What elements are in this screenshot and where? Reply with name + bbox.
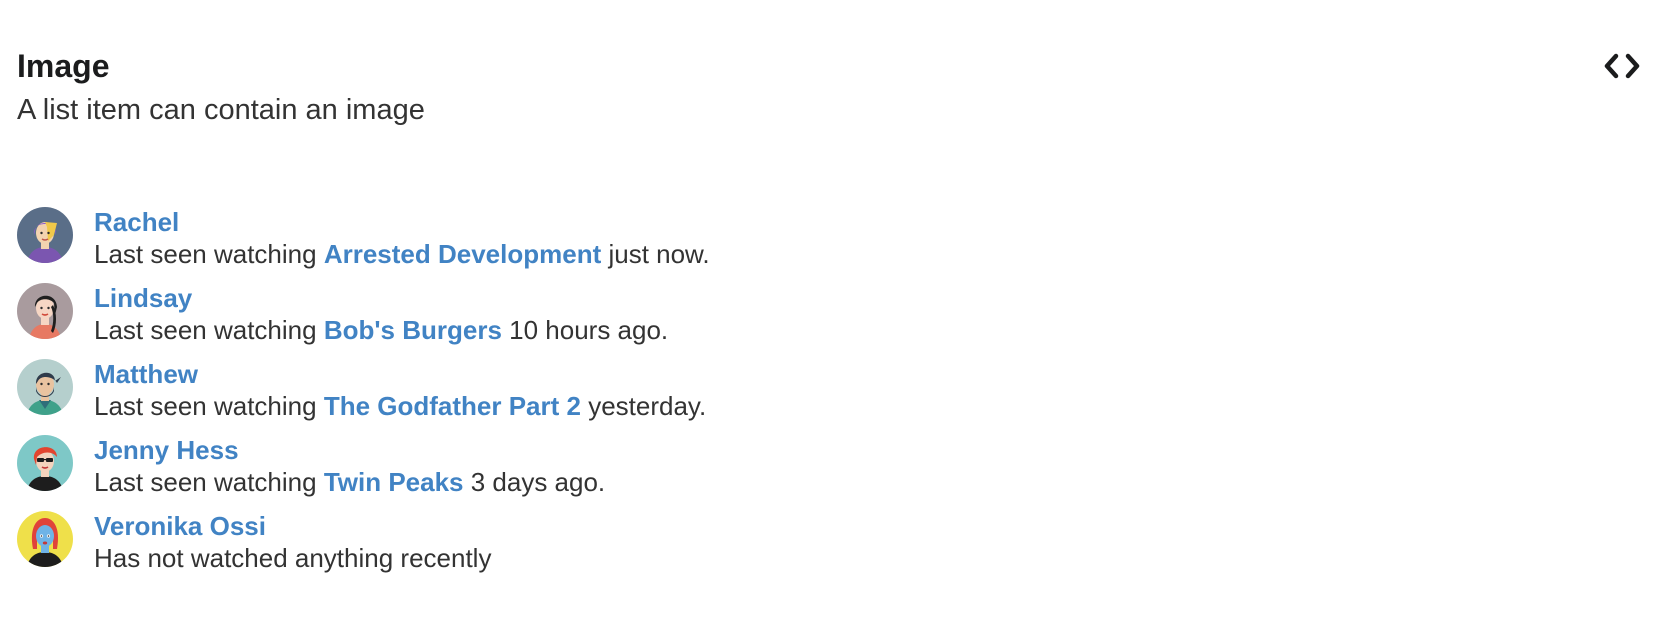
- user-name-link[interactable]: Jenny Hess: [94, 434, 605, 466]
- watch-description: Has not watched anything recently: [94, 542, 491, 574]
- user-list: Rachel Last seen watching Arrested Devel…: [17, 206, 1217, 586]
- show-link[interactable]: Arrested Development: [324, 239, 601, 269]
- watch-suffix: 10 hours ago.: [501, 315, 669, 345]
- show-link[interactable]: The Godfather Part 2: [324, 391, 581, 421]
- user-name-link[interactable]: Lindsay: [94, 282, 668, 314]
- example-section: Image A list item can contain an image: [17, 44, 1647, 132]
- show-link[interactable]: Twin Peaks: [324, 467, 464, 497]
- watch-prefix: Has not watched anything recently: [94, 543, 492, 573]
- list-item: Veronika Ossi Has not watched anything r…: [17, 510, 1217, 586]
- example-title: Image: [17, 48, 110, 84]
- avatar-rachel-icon: [17, 207, 73, 263]
- watch-description: Last seen watching Bob's Burgers 10 hour…: [94, 314, 668, 346]
- watch-prefix: Last seen watching: [94, 239, 324, 269]
- avatar-veronika-icon: [17, 511, 73, 567]
- list-item: Lindsay Last seen watching Bob's Burgers…: [17, 282, 1217, 358]
- list-item: Matthew Last seen watching The Godfather…: [17, 358, 1217, 434]
- watch-suffix: 3 days ago.: [463, 467, 606, 497]
- watch-suffix: yesterday.: [580, 391, 707, 421]
- watch-description: Last seen watching Twin Peaks 3 days ago…: [94, 466, 605, 498]
- user-name-link[interactable]: Matthew: [94, 358, 706, 390]
- user-name-link[interactable]: Veronika Ossi: [94, 510, 491, 542]
- watch-prefix: Last seen watching: [94, 315, 324, 345]
- code-icon[interactable]: [1602, 51, 1642, 81]
- list-item: Jenny Hess Last seen watching Twin Peaks…: [17, 434, 1217, 510]
- avatar-matthew-icon: [17, 359, 73, 415]
- avatar-jenny-icon: [17, 435, 73, 491]
- watch-description: Last seen watching The Godfather Part 2 …: [94, 390, 706, 422]
- example-description: A list item can contain an image: [17, 94, 425, 126]
- avatar-lindsay-icon: [17, 283, 73, 339]
- watch-description: Last seen watching Arrested Development …: [94, 238, 710, 270]
- user-name-link[interactable]: Rachel: [94, 206, 710, 238]
- watch-prefix: Last seen watching: [94, 467, 324, 497]
- show-link[interactable]: Bob's Burgers: [324, 315, 502, 345]
- watch-suffix: just now.: [601, 239, 710, 269]
- list-item: Rachel Last seen watching Arrested Devel…: [17, 206, 1217, 282]
- watch-prefix: Last seen watching: [94, 391, 324, 421]
